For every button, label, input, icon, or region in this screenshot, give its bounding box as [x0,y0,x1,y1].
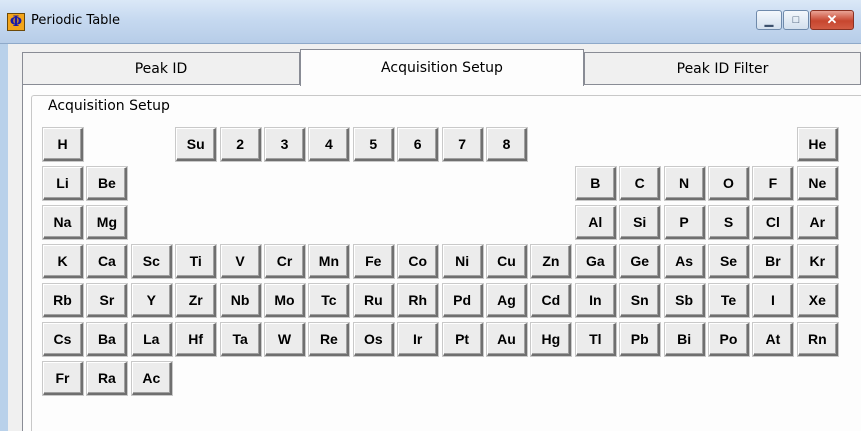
element-button-8[interactable]: 8 [487,128,527,161]
element-button-na[interactable]: Na [43,206,83,239]
element-button-cl[interactable]: Cl [753,206,794,239]
element-button-al[interactable]: Al [575,206,616,239]
element-button-nb[interactable]: Nb [220,284,261,317]
title-bar[interactable]: Φ Periodic Table ▁ □ ✕ [0,0,861,44]
element-button-tc[interactable]: Tc [309,284,350,317]
element-button-zn[interactable]: Zn [531,245,572,278]
element-button-mg[interactable]: Mg [87,206,128,239]
element-button-c[interactable]: C [620,167,661,200]
element-button-te[interactable]: Te [709,284,749,317]
element-button-la[interactable]: La [131,323,172,356]
element-button-4[interactable]: 4 [309,128,350,161]
element-button-f[interactable]: F [753,167,794,200]
tab-peak-id-filter[interactable]: Peak ID Filter [584,52,861,85]
close-button[interactable]: ✕ [810,10,854,30]
element-button-sc[interactable]: Sc [131,245,172,278]
element-button-ta[interactable]: Ta [220,323,261,356]
element-button-hf[interactable]: Hf [176,323,217,356]
element-button-5[interactable]: 5 [353,128,394,161]
element-button-au[interactable]: Au [487,323,527,356]
element-button-n[interactable]: N [664,167,705,200]
element-button-as[interactable]: As [664,245,705,278]
element-button-rn[interactable]: Rn [797,323,838,356]
maximize-button[interactable]: □ [783,10,809,30]
element-button-w[interactable]: W [265,323,305,356]
element-button-ti[interactable]: Ti [176,245,217,278]
element-button-pd[interactable]: Pd [442,284,483,317]
element-button-ac[interactable]: Ac [131,362,172,395]
element-button-b[interactable]: B [575,167,616,200]
element-button-6[interactable]: 6 [398,128,439,161]
element-button-pt[interactable]: Pt [442,323,483,356]
element-button-li[interactable]: Li [43,167,83,200]
element-button-ba[interactable]: Ba [87,323,128,356]
element-button-s[interactable]: S [709,206,749,239]
element-button-fe[interactable]: Fe [353,245,394,278]
window-title: Periodic Table [31,13,121,28]
element-button-ge[interactable]: Ge [620,245,661,278]
element-button-co[interactable]: Co [398,245,439,278]
element-button-3[interactable]: 3 [265,128,305,161]
element-button-po[interactable]: Po [709,323,749,356]
element-button-rh[interactable]: Rh [398,284,439,317]
element-button-mn[interactable]: Mn [309,245,350,278]
group-label: Acquisition Setup [46,98,172,114]
element-button-he[interactable]: He [797,128,838,161]
element-button-k[interactable]: K [43,245,83,278]
element-button-at[interactable]: At [753,323,794,356]
element-button-y[interactable]: Y [131,284,172,317]
tab-peak-id[interactable]: Peak ID [22,52,300,85]
window-content: Peak ID Acquisition Setup Peak ID Filter… [8,44,861,431]
element-button-ni[interactable]: Ni [442,245,483,278]
element-button-ca[interactable]: Ca [87,245,128,278]
element-button-os[interactable]: Os [353,323,394,356]
element-button-2[interactable]: 2 [220,128,261,161]
element-button-ga[interactable]: Ga [575,245,616,278]
element-button-cd[interactable]: Cd [531,284,572,317]
element-button-p[interactable]: P [664,206,705,239]
tab-acquisition-setup[interactable]: Acquisition Setup [300,49,584,86]
minimize-button[interactable]: ▁ [756,10,782,30]
element-button-sr[interactable]: Sr [87,284,128,317]
element-button-7[interactable]: 7 [442,128,483,161]
element-button-sn[interactable]: Sn [620,284,661,317]
element-button-hg[interactable]: Hg [531,323,572,356]
element-button-ru[interactable]: Ru [353,284,394,317]
element-button-be[interactable]: Be [87,167,128,200]
element-button-o[interactable]: O [709,167,749,200]
element-button-ne[interactable]: Ne [797,167,838,200]
element-button-i[interactable]: I [753,284,794,317]
element-button-mo[interactable]: Mo [265,284,305,317]
element-button-cs[interactable]: Cs [43,323,83,356]
element-button-cu[interactable]: Cu [487,245,527,278]
element-button-v[interactable]: V [220,245,261,278]
element-button-bi[interactable]: Bi [664,323,705,356]
element-button-fr[interactable]: Fr [43,362,83,395]
element-button-si[interactable]: Si [620,206,661,239]
element-button-sb[interactable]: Sb [664,284,705,317]
element-button-su[interactable]: Su [176,128,217,161]
element-button-zr[interactable]: Zr [176,284,217,317]
element-button-in[interactable]: In [575,284,616,317]
element-button-ag[interactable]: Ag [487,284,527,317]
element-button-pb[interactable]: Pb [620,323,661,356]
element-button-ra[interactable]: Ra [87,362,128,395]
acquisition-setup-group: Acquisition Setup H Su 2 3 4 5 6 7 8 He Li Be B C N O F N… [31,95,861,431]
element-button-tl[interactable]: Tl [575,323,616,356]
element-button-rb[interactable]: Rb [43,284,83,317]
element-button-ar[interactable]: Ar [797,206,838,239]
element-button-br[interactable]: Br [753,245,794,278]
tab-strip: Peak ID Acquisition Setup Peak ID Filter [22,49,861,86]
element-button-h[interactable]: H [43,128,83,161]
element-button-ir[interactable]: Ir [398,323,439,356]
tab-panel: Acquisition Setup H Su 2 3 4 5 6 7 8 He Li Be B C N O F N… [22,84,861,431]
element-button-re[interactable]: Re [309,323,350,356]
element-button-cr[interactable]: Cr [265,245,305,278]
element-button-xe[interactable]: Xe [797,284,838,317]
element-button-kr[interactable]: Kr [797,245,838,278]
app-icon: Φ [7,13,25,31]
element-button-se[interactable]: Se [709,245,749,278]
